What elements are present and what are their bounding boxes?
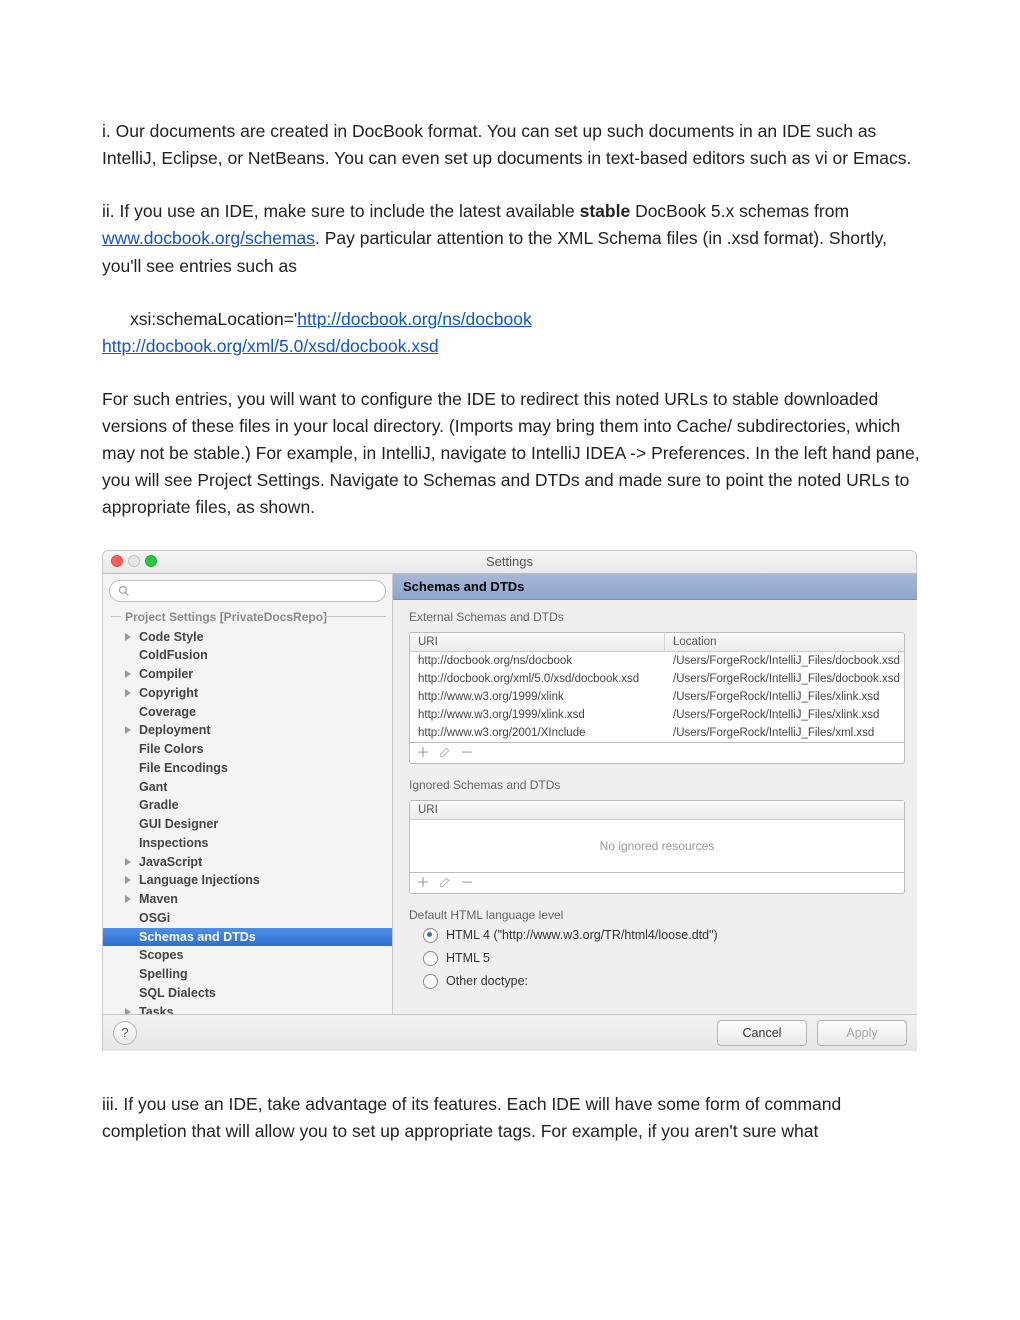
radio-html5[interactable]: HTML 5 <box>409 947 905 970</box>
window-title: Settings <box>103 554 916 569</box>
remove-icon[interactable]: － <box>460 745 474 759</box>
cell-uri: http://www.w3.org/1999/xlink <box>410 688 665 706</box>
col-location-header[interactable]: Location <box>665 633 904 651</box>
tree-item-file-colors[interactable]: File Colors <box>103 740 392 759</box>
external-schemas-table: URI Location http://docbook.org/ns/docbo… <box>409 632 905 743</box>
radio-icon <box>423 974 438 989</box>
settings-panel: Schemas and DTDs External Schemas and DT… <box>393 574 917 1014</box>
radio-label: HTML 5 <box>446 951 490 965</box>
external-schemas-toolbar: ＋ － <box>409 743 905 764</box>
tree-item-gradle[interactable]: Gradle <box>103 796 392 815</box>
tree-item-gant[interactable]: Gant <box>103 778 392 797</box>
tree-item-deployment[interactable]: Deployment <box>103 721 392 740</box>
search-input[interactable] <box>109 580 386 602</box>
tree-item-code-style[interactable]: Code Style <box>103 628 392 647</box>
tree-group-project-settings: Project Settings [PrivateDocsRepo] <box>103 608 392 628</box>
cancel-button[interactable]: Cancel <box>717 1020 807 1046</box>
table-row[interactable]: http://www.w3.org/1999/xlink/Users/Forge… <box>410 688 904 706</box>
apply-button[interactable]: Apply <box>817 1020 907 1046</box>
paragraph-ii: ii. If you use an IDE, make sure to incl… <box>102 198 920 279</box>
tree-item-javascript[interactable]: JavaScript <box>103 853 392 872</box>
radio-label: HTML 4 ("http://www.w3.org/TR/html4/loos… <box>446 928 718 942</box>
col-uri-header[interactable]: URI <box>410 633 665 651</box>
tree-item-spelling[interactable]: Spelling <box>103 965 392 984</box>
tree-item-coldfusion[interactable]: ColdFusion <box>103 646 392 665</box>
cell-location: /Users/ForgeRock/IntelliJ_Files/xlink.xs… <box>665 706 904 724</box>
tree-item-coverage[interactable]: Coverage <box>103 703 392 722</box>
tree-item-osgi[interactable]: OSGi <box>103 909 392 928</box>
remove-icon[interactable]: － <box>460 875 474 889</box>
external-schemas-label: External Schemas and DTDs <box>409 610 570 624</box>
tree-item-file-encodings[interactable]: File Encodings <box>103 759 392 778</box>
add-icon[interactable]: ＋ <box>416 745 430 759</box>
table-row[interactable]: http://docbook.org/xml/5.0/xsd/docbook.x… <box>410 670 904 688</box>
text: DocBook 5.x schemas from <box>630 201 849 221</box>
window-titlebar: Settings <box>102 550 917 574</box>
text: ii. If you use an IDE, make sure to incl… <box>102 201 580 221</box>
settings-screenshot: Settings Project Settings [PrivateDocsRe… <box>102 550 917 1051</box>
cell-location: /Users/ForgeRock/IntelliJ_Files/docbook.… <box>665 652 904 670</box>
cell-location: /Users/ForgeRock/IntelliJ_Files/docbook.… <box>665 670 904 688</box>
radio-icon <box>423 951 438 966</box>
table-row[interactable]: http://www.w3.org/1999/xlink.xsd/Users/F… <box>410 706 904 724</box>
radio-label: Other doctype: <box>446 974 528 988</box>
ignored-col-uri-header[interactable]: URI <box>410 801 904 819</box>
radio-icon <box>423 928 438 943</box>
radio-other-doctype[interactable]: Other doctype: <box>409 970 905 993</box>
schema-location-example: xsi:schemaLocation='http://docbook.org/n… <box>102 306 920 360</box>
docbook-schemas-link[interactable]: www.docbook.org/schemas <box>102 228 315 248</box>
panel-title: Schemas and DTDs <box>393 574 917 600</box>
tree-item-tasks[interactable]: Tasks <box>103 1003 392 1014</box>
tree-item-schemas-and-dtds[interactable]: Schemas and DTDs <box>103 928 392 947</box>
help-button[interactable]: ? <box>113 1021 137 1045</box>
tree-item-scopes[interactable]: Scopes <box>103 946 392 965</box>
settings-footer: ? Cancel Apply <box>102 1014 917 1051</box>
paragraph-i: i. Our documents are created in DocBook … <box>102 118 920 172</box>
settings-tree: Project Settings [PrivateDocsRepo] Code … <box>103 606 392 1014</box>
cell-uri: http://docbook.org/xml/5.0/xsd/docbook.x… <box>410 670 665 688</box>
cell-location: /Users/ForgeRock/IntelliJ_Files/xml.xsd <box>665 724 904 742</box>
tree-item-language-injections[interactable]: Language Injections <box>103 871 392 890</box>
ignored-schemas-label: Ignored Schemas and DTDs <box>409 778 566 792</box>
ignored-schemas-fieldset: Ignored Schemas and DTDs URI No ignored … <box>409 778 905 894</box>
ignored-empty-text: No ignored resources <box>410 820 904 872</box>
cell-uri: http://docbook.org/ns/docbook <box>410 652 665 670</box>
schema-url-2[interactable]: http://docbook.org/xml/5.0/xsd/docbook.x… <box>102 336 439 356</box>
tree-item-sql-dialects[interactable]: SQL Dialects <box>103 984 392 1003</box>
html-level-fieldset: Default HTML language level HTML 4 ("htt… <box>409 908 905 993</box>
tree-item-compiler[interactable]: Compiler <box>103 665 392 684</box>
tree-item-inspections[interactable]: Inspections <box>103 834 392 853</box>
table-row[interactable]: http://www.w3.org/2001/XInclude/Users/Fo… <box>410 724 904 742</box>
text-bold: stable <box>580 201 631 221</box>
tree-item-gui-designer[interactable]: GUI Designer <box>103 815 392 834</box>
search-icon <box>118 585 130 597</box>
tree-item-copyright[interactable]: Copyright <box>103 684 392 703</box>
tree-item-maven[interactable]: Maven <box>103 890 392 909</box>
html-level-label: Default HTML language level <box>409 908 569 922</box>
add-icon[interactable]: ＋ <box>416 875 430 889</box>
ignored-schemas-toolbar: ＋ － <box>409 873 905 894</box>
paragraph-redirect: For such entries, you will want to confi… <box>102 386 920 522</box>
table-row[interactable]: http://docbook.org/ns/docbook/Users/Forg… <box>410 652 904 670</box>
external-schemas-fieldset: External Schemas and DTDs URI Location h… <box>409 610 905 764</box>
edit-icon[interactable] <box>438 875 452 889</box>
cell-location: /Users/ForgeRock/IntelliJ_Files/xlink.xs… <box>665 688 904 706</box>
cell-uri: http://www.w3.org/1999/xlink.xsd <box>410 706 665 724</box>
edit-icon[interactable] <box>438 745 452 759</box>
schema-url-1[interactable]: http://docbook.org/ns/docbook <box>297 309 531 329</box>
sidebar: Project Settings [PrivateDocsRepo] Code … <box>103 574 393 1014</box>
paragraph-iii: iii. If you use an IDE, take advantage o… <box>102 1091 920 1145</box>
cell-uri: http://www.w3.org/2001/XInclude <box>410 724 665 742</box>
text: xsi:schemaLocation=' <box>102 309 297 329</box>
radio-html4[interactable]: HTML 4 ("http://www.w3.org/TR/html4/loos… <box>409 924 905 947</box>
